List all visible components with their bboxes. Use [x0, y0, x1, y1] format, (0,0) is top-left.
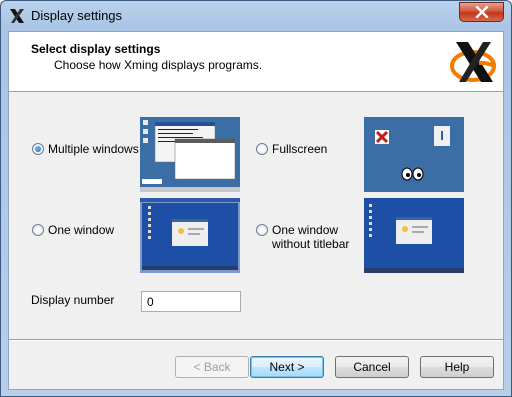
footer-divider — [9, 339, 503, 341]
radio-label: Multiple windows — [48, 142, 139, 156]
wizard-header: Select display settings Choose how Xming… — [9, 32, 503, 92]
xming-icon — [10, 9, 24, 23]
radio-button[interactable] — [256, 143, 268, 155]
display-number-input[interactable] — [141, 291, 241, 312]
next-button[interactable]: Next > — [250, 356, 324, 378]
preview-one-window-no-titlebar — [364, 198, 464, 273]
radio-label: One window — [48, 223, 115, 237]
title-bar[interactable]: Display settings — [1, 1, 511, 31]
radio-fullscreen[interactable]: Fullscreen — [256, 142, 327, 156]
xming-logo — [450, 42, 496, 82]
preview-fullscreen — [364, 117, 464, 192]
radio-label: One window without titlebar — [272, 223, 349, 251]
display-number-label: Display number — [31, 293, 115, 307]
cancel-button[interactable]: Cancel — [335, 356, 409, 378]
dialog-window: Display settings Select display settings… — [0, 0, 512, 397]
preview-one-window — [140, 198, 240, 273]
radio-button[interactable] — [32, 224, 44, 236]
radio-button[interactable] — [256, 224, 268, 236]
header-title: Select display settings — [31, 42, 161, 56]
back-button[interactable]: < Back — [175, 356, 249, 378]
header-subtitle: Choose how Xming displays programs. — [54, 58, 263, 72]
radio-label-line2: without titlebar — [272, 237, 350, 251]
help-button[interactable]: Help — [420, 356, 494, 378]
close-icon — [475, 6, 489, 18]
window-title: Display settings — [31, 8, 123, 23]
radio-label-line1: One window — [272, 223, 339, 237]
close-button[interactable] — [459, 2, 504, 22]
radio-one-window[interactable]: One window — [32, 223, 114, 237]
radio-multiple-windows[interactable]: Multiple windows — [32, 142, 139, 156]
radio-one-window-no-titlebar[interactable]: One window without titlebar — [256, 223, 349, 251]
radio-button-selected[interactable] — [32, 143, 44, 155]
radio-label: Fullscreen — [272, 142, 328, 156]
preview-multiple-windows — [140, 117, 240, 192]
dialog-client: Select display settings Choose how Xming… — [8, 31, 504, 390]
